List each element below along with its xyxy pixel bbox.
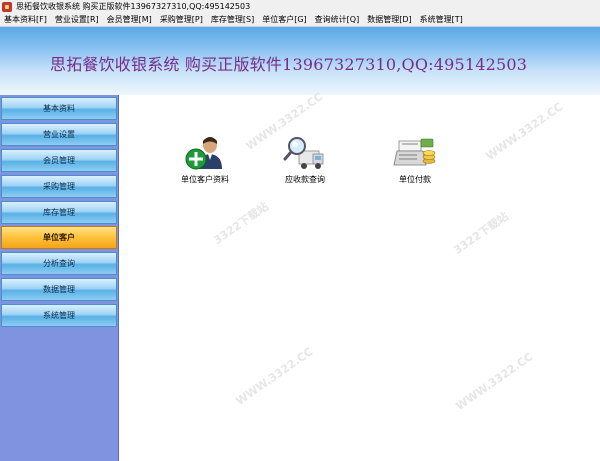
sidebar-item-data-management[interactable]: 数据管理 (1, 278, 117, 301)
sidebar-item-unit-customers[interactable]: 单位客户 (1, 226, 117, 249)
tile-label: 单位客户资料 (181, 175, 229, 184)
tile-label: 应收款查询 (285, 175, 325, 184)
window-title: 思拓餐饮收银系统 购买正版软件13967327310,QQ:495142503 (16, 2, 251, 11)
watermark: WWW.3322.CC (483, 100, 566, 163)
menu-data-management[interactable]: 数据管理[D] (363, 14, 415, 25)
watermark: WWW.3322.CC (233, 345, 316, 408)
app-icon (2, 1, 12, 12)
menu-unit-customers[interactable]: 单位客户[G] (258, 14, 310, 25)
menu-purchase-management[interactable]: 采购管理[P] (156, 14, 207, 25)
tile-receivables-query[interactable]: 应收款查询 (260, 135, 350, 185)
sidebar-item-purchase-management[interactable]: 采购管理 (1, 175, 117, 198)
main-content: WWW.3322.CC WWW.3322.CC 3322下载站 3322下载站 … (119, 90, 600, 461)
menu-inventory-management[interactable]: 库存管理[S] (207, 14, 258, 25)
tile-unit-customer-data[interactable]: 单位客户资料 (160, 135, 250, 185)
menu-query-statistics[interactable]: 查询统计[Q] (311, 14, 364, 25)
watermark: 3322下载站 (451, 209, 511, 257)
menu-system-management[interactable]: 系统管理[T] (416, 14, 467, 25)
sidebar-item-basic-data[interactable]: 基本资料 (1, 97, 117, 120)
menu-basic-data[interactable]: 基本资料[F] (0, 14, 51, 25)
sidebar: 基本资料 营业设置 会员管理 采购管理 库存管理 单位客户 分析查询 数据管理 … (0, 95, 119, 461)
banner-title: 思拓餐饮收银系统 购买正版软件13967327310,QQ:495142503 (50, 55, 528, 74)
add-user-icon (183, 135, 227, 171)
menu-bar: 基本资料[F] 营业设置[R] 会员管理[M] 采购管理[P] 库存管理[S] … (0, 13, 600, 27)
sidebar-item-inventory-management[interactable]: 库存管理 (1, 201, 117, 224)
sidebar-item-system-management[interactable]: 系统管理 (1, 304, 117, 327)
menu-member-management[interactable]: 会员管理[M] (103, 14, 156, 25)
tile-label: 单位付款 (399, 175, 431, 184)
header-banner: 思拓餐饮收银系统 购买正版软件13967327310,QQ:495142503 (0, 27, 600, 95)
payment-register-icon (393, 135, 437, 171)
truck-search-icon (283, 135, 327, 171)
title-bar: 思拓餐饮收银系统 购买正版软件13967327310,QQ:495142503 (0, 0, 600, 13)
tile-unit-payment[interactable]: 单位付款 (370, 135, 460, 185)
sidebar-item-member-management[interactable]: 会员管理 (1, 149, 117, 172)
sidebar-item-analysis-query[interactable]: 分析查询 (1, 252, 117, 275)
sidebar-item-business-settings[interactable]: 营业设置 (1, 123, 117, 146)
watermark: 3322下载站 (211, 199, 271, 247)
watermark: WWW.3322.CC (453, 350, 536, 413)
menu-business-settings[interactable]: 营业设置[R] (51, 14, 103, 25)
